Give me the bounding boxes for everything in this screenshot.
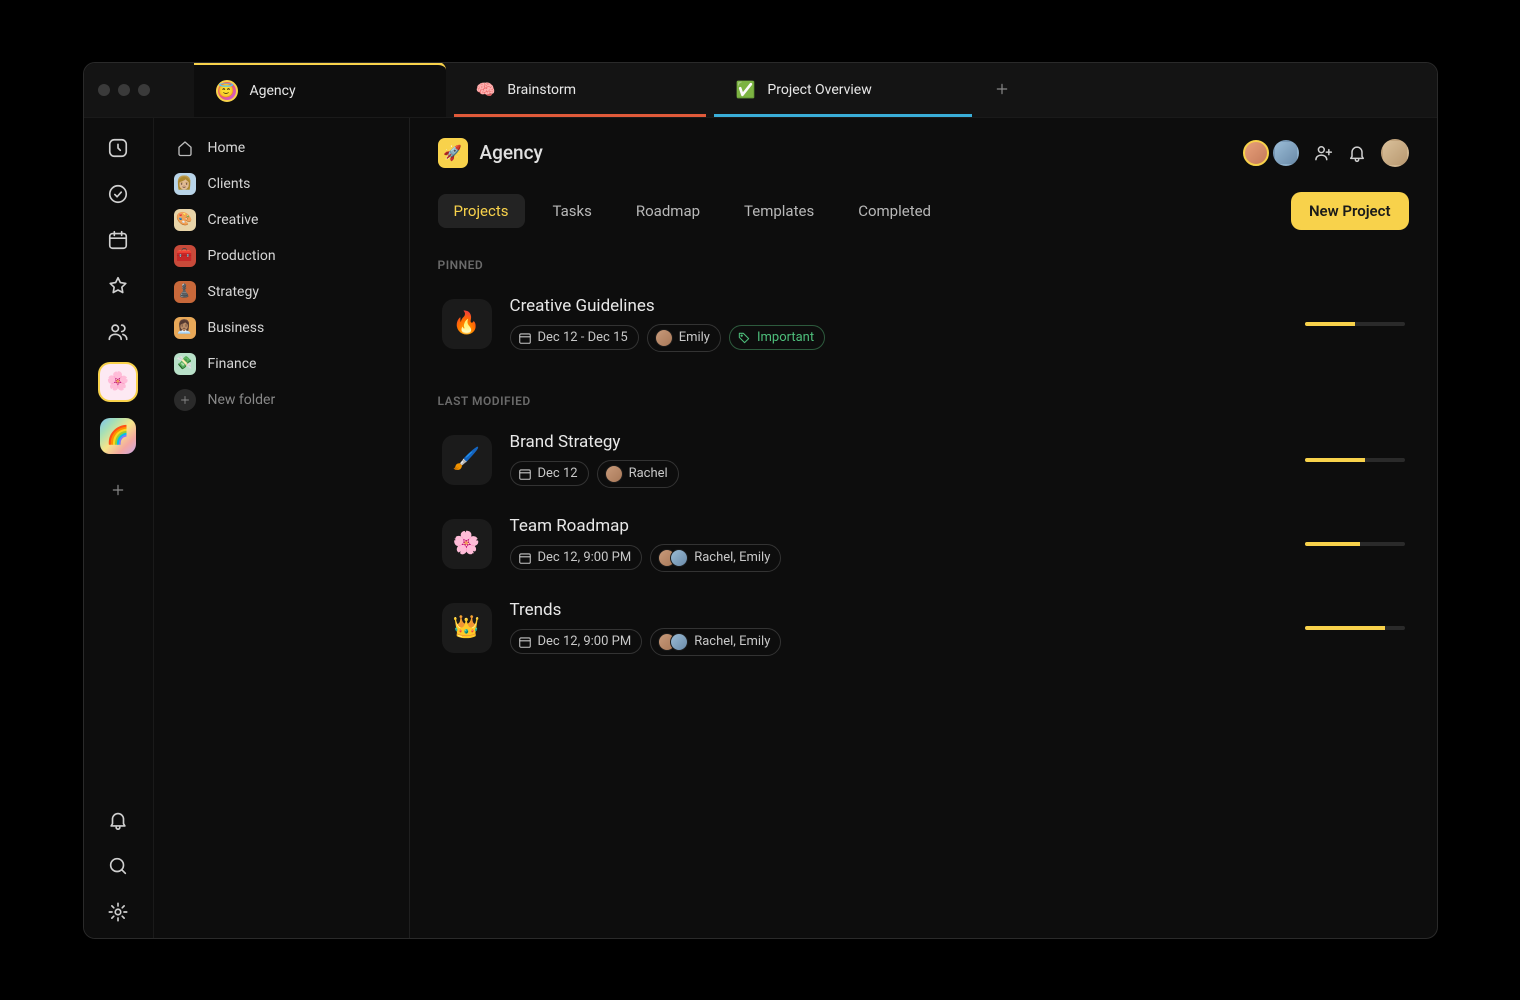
- bell-icon[interactable]: [104, 806, 132, 834]
- assignee-chip: Rachel, Emily: [650, 628, 781, 656]
- assignee-chip: Emily: [647, 324, 721, 352]
- tab-roadmap[interactable]: Roadmap: [620, 194, 716, 228]
- add-user-icon[interactable]: [1313, 143, 1333, 163]
- main-content: 🚀 Agency Projects Tasks Roadmap: [410, 118, 1437, 938]
- star-icon[interactable]: [104, 272, 132, 300]
- tab-agency-icon: 😇: [216, 80, 238, 102]
- folder-business-icon: 👩🏽‍💼: [174, 317, 196, 339]
- sidebar-item-creative[interactable]: 🎨 Creative: [164, 202, 399, 238]
- search-icon[interactable]: [104, 852, 132, 880]
- avatar-current-user[interactable]: [1381, 139, 1409, 167]
- project-row[interactable]: 🌸 Team Roadmap Dec 12, 9:00 PM Rachel, E…: [438, 502, 1409, 586]
- sidebar-home[interactable]: Home: [164, 130, 399, 166]
- folder-creative-icon: 🎨: [174, 209, 196, 231]
- app-window: 😇 Agency 🧠 Brainstorm ✅ Project Overview: [83, 62, 1438, 939]
- tab-overview-label: Project Overview: [767, 82, 871, 98]
- project-title: Creative Guidelines: [510, 296, 1287, 316]
- page-icon: 🚀: [438, 138, 468, 168]
- sidebar-item-finance[interactable]: 💸 Finance: [164, 346, 399, 382]
- project-title: Trends: [510, 600, 1287, 620]
- page-title: Agency: [480, 141, 543, 164]
- date-chip: Dec 12, 9:00 PM: [510, 629, 643, 654]
- project-title: Team Roadmap: [510, 516, 1287, 536]
- sidebar-item-label: Clients: [208, 176, 251, 192]
- page-header: 🚀 Agency: [438, 138, 1409, 168]
- section-pinned: PINNED: [438, 258, 1409, 272]
- content-tabs: Projects Tasks Roadmap Templates Complet…: [438, 192, 1409, 230]
- check-circle-icon[interactable]: [104, 180, 132, 208]
- date-chip: Dec 12: [510, 461, 589, 486]
- new-project-button[interactable]: New Project: [1291, 192, 1409, 230]
- people-icon[interactable]: [104, 318, 132, 346]
- clock-icon[interactable]: [104, 134, 132, 162]
- sidebar-item-production[interactable]: 🧰 Production: [164, 238, 399, 274]
- gear-icon[interactable]: [104, 898, 132, 926]
- project-row[interactable]: 👑 Trends Dec 12, 9:00 PM Rachel, Emily: [438, 586, 1409, 670]
- folder-finance-icon: 💸: [174, 353, 196, 375]
- titlebar: 😇 Agency 🧠 Brainstorm ✅ Project Overview: [84, 63, 1437, 118]
- tab-tasks[interactable]: Tasks: [537, 194, 608, 228]
- tab-completed[interactable]: Completed: [842, 194, 947, 228]
- assignee-chip: Rachel: [597, 460, 679, 488]
- tab-brainstorm[interactable]: 🧠 Brainstorm: [454, 62, 706, 117]
- check-icon: ✅: [736, 80, 756, 99]
- tab-agency[interactable]: 😇 Agency: [194, 62, 446, 117]
- date-chip: Dec 12, 9:00 PM: [510, 545, 643, 570]
- tab-overview[interactable]: ✅ Project Overview: [714, 62, 972, 117]
- plus-icon: [174, 389, 196, 411]
- folder-production-icon: 🧰: [174, 245, 196, 267]
- tab-agency-label: Agency: [250, 83, 296, 99]
- tag-chip: Important: [729, 325, 825, 350]
- section-last-modified: LAST MODIFIED: [438, 394, 1409, 408]
- sidebar-item-clients[interactable]: 👩🏼 Clients: [164, 166, 399, 202]
- sidebar-item-business[interactable]: 👩🏽‍💼 Business: [164, 310, 399, 346]
- progress-bar: [1305, 322, 1405, 326]
- progress-bar: [1305, 542, 1405, 546]
- workspace-flower[interactable]: 🌸: [100, 364, 136, 400]
- add-workspace-button[interactable]: [100, 472, 136, 508]
- new-folder-button[interactable]: New folder: [164, 382, 399, 418]
- folder-clients-icon: 👩🏼: [174, 173, 196, 195]
- progress-bar: [1305, 626, 1405, 630]
- brain-icon: 🧠: [476, 80, 496, 99]
- sidebar-item-strategy[interactable]: ♟️ Strategy: [164, 274, 399, 310]
- progress-bar: [1305, 458, 1405, 462]
- project-icon: 👑: [442, 603, 492, 653]
- new-tab-button[interactable]: [980, 78, 1024, 102]
- folder-strategy-icon: ♟️: [174, 281, 196, 303]
- new-folder-label: New folder: [208, 392, 276, 408]
- project-icon: 🌸: [442, 519, 492, 569]
- calendar-icon[interactable]: [104, 226, 132, 254]
- project-row[interactable]: 🖌️ Brand Strategy Dec 12 Rachel: [438, 418, 1409, 502]
- sidebar-item-label: Business: [208, 320, 265, 336]
- sidebar-item-label: Creative: [208, 212, 259, 228]
- assignee-chip: Rachel, Emily: [650, 544, 781, 572]
- bell-icon[interactable]: [1347, 143, 1367, 163]
- folder-sidebar: Home 👩🏼 Clients 🎨 Creative 🧰 Production …: [154, 118, 410, 938]
- sidebar-item-label: Strategy: [208, 284, 259, 300]
- workspace-rainbow[interactable]: 🌈: [100, 418, 136, 454]
- avatar-user-1[interactable]: [1243, 140, 1269, 166]
- project-row[interactable]: 🔥 Creative Guidelines Dec 12 - Dec 15 Em…: [438, 282, 1409, 366]
- sidebar-item-label: Production: [208, 248, 276, 264]
- sidebar-item-label: Finance: [208, 356, 257, 372]
- tab-brainstorm-label: Brainstorm: [507, 82, 576, 98]
- project-title: Brand Strategy: [510, 432, 1287, 452]
- tab-projects[interactable]: Projects: [438, 194, 525, 228]
- left-rail: 🌸 🌈: [84, 118, 154, 938]
- project-icon: 🔥: [442, 299, 492, 349]
- sidebar-home-label: Home: [208, 140, 246, 156]
- home-icon: [174, 137, 196, 159]
- window-controls[interactable]: [98, 84, 150, 96]
- date-chip: Dec 12 - Dec 15: [510, 325, 639, 350]
- tab-templates[interactable]: Templates: [728, 194, 830, 228]
- avatar-user-2[interactable]: [1273, 140, 1299, 166]
- project-icon: 🖌️: [442, 435, 492, 485]
